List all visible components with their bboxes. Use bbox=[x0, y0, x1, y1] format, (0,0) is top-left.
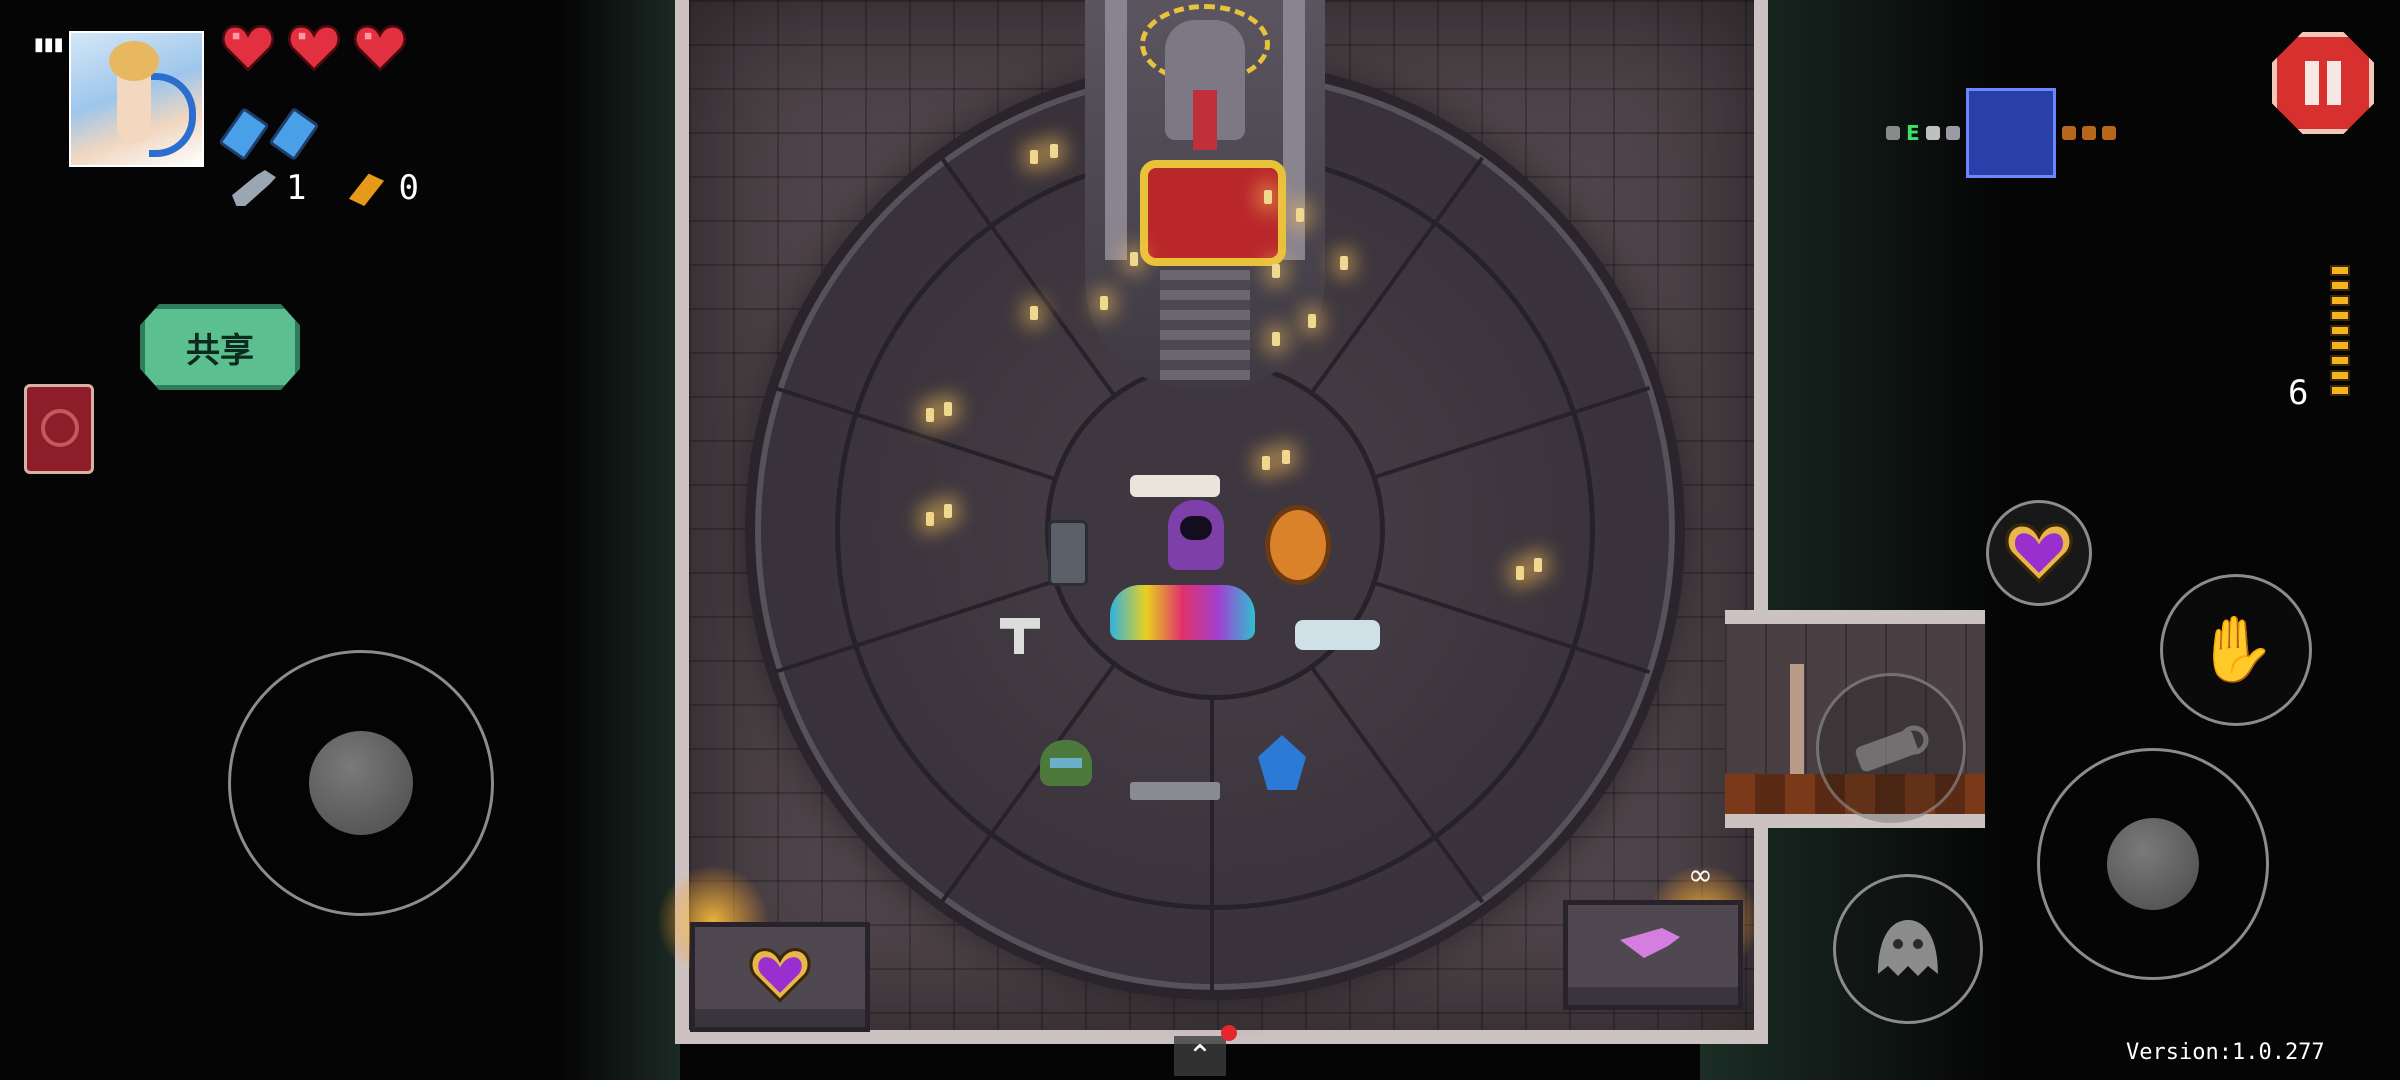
candle bbox=[1340, 256, 1348, 270]
ammo-segment bbox=[2330, 370, 2350, 381]
ghost-icon bbox=[1878, 920, 1938, 976]
pedestal-heart-icon bbox=[749, 948, 811, 1003]
minimap-room bbox=[2061, 126, 2076, 140]
pedestal-weapon[interactable] bbox=[1563, 900, 1743, 1010]
candle bbox=[1516, 566, 1524, 580]
candle bbox=[1264, 190, 1272, 204]
notification-dot bbox=[1221, 1025, 1237, 1041]
minimap[interactable]: E bbox=[1886, 88, 2116, 178]
candle bbox=[1262, 456, 1270, 470]
statue-shrine[interactable] bbox=[1085, 0, 1325, 390]
minimap-room bbox=[2101, 126, 2116, 140]
candle bbox=[1050, 144, 1058, 158]
floor-weapon-blaster[interactable] bbox=[1295, 620, 1380, 650]
candle bbox=[1272, 264, 1280, 278]
candle bbox=[944, 402, 952, 416]
ammo-segment bbox=[2330, 385, 2350, 396]
infinite-ammo-indicator: ∞ bbox=[1688, 858, 1713, 893]
attack-joystick-knob[interactable] bbox=[2107, 818, 2199, 910]
movement-joystick[interactable] bbox=[228, 650, 494, 916]
energy-bar bbox=[218, 106, 320, 162]
statue-robe bbox=[1193, 90, 1217, 150]
avatar-swoosh bbox=[149, 73, 196, 157]
shrine-pillar-left bbox=[1105, 0, 1127, 260]
chevron-up-icon: ⌃ bbox=[1187, 1038, 1213, 1074]
shrine-altar bbox=[1140, 160, 1286, 266]
shrine-stairs bbox=[1160, 270, 1250, 380]
player-character bbox=[1168, 500, 1224, 570]
candle bbox=[1308, 314, 1316, 328]
candle bbox=[1030, 150, 1038, 164]
candle bbox=[1272, 332, 1280, 346]
movement-joystick-knob[interactable] bbox=[309, 731, 413, 835]
floor-item-lantern[interactable] bbox=[1048, 520, 1088, 586]
ammo-segment bbox=[2330, 280, 2350, 291]
resource-counters: 1 0 bbox=[232, 168, 447, 208]
heart-icon bbox=[354, 24, 406, 72]
floor-item-rainbow-pile[interactable] bbox=[1110, 585, 1255, 640]
ammo-segment bbox=[2330, 340, 2350, 351]
ammo-segment bbox=[2330, 310, 2350, 321]
shell-count: 0 bbox=[398, 168, 419, 208]
ammo-segment bbox=[2330, 265, 2350, 276]
candle bbox=[926, 408, 934, 422]
candle bbox=[1100, 296, 1108, 310]
energy-icon bbox=[268, 106, 320, 162]
floor-weapon-gun[interactable] bbox=[1130, 475, 1220, 497]
candle bbox=[926, 512, 934, 526]
attack-joystick[interactable] bbox=[2037, 748, 2269, 980]
ammo-segment bbox=[2330, 355, 2350, 366]
candle bbox=[1282, 450, 1290, 464]
switch-weapon-button[interactable] bbox=[1816, 673, 1966, 823]
floor-item-helmet[interactable] bbox=[1040, 740, 1092, 786]
hand-icon: ✋ bbox=[2196, 613, 2276, 687]
energy-icon bbox=[218, 106, 270, 162]
candle bbox=[1296, 208, 1304, 222]
interact-button[interactable]: ✋ bbox=[2160, 574, 2312, 726]
pause-button[interactable] bbox=[2272, 32, 2374, 134]
minimap-current-room bbox=[1965, 88, 2056, 178]
health-hearts bbox=[222, 24, 406, 72]
game-screen: ∞ ▮▮▮ 1 0 共享 E 6 ✋ ⌃ Version:1.0.277 bbox=[0, 0, 2400, 1080]
avatar-hair bbox=[109, 41, 159, 81]
minimap-room bbox=[1945, 126, 1960, 140]
heart-icon bbox=[288, 24, 340, 72]
heart-skill-button[interactable] bbox=[1986, 500, 2092, 606]
candle bbox=[1030, 306, 1038, 320]
signal-icon: ▮▮▮ bbox=[34, 34, 64, 55]
minimap-room bbox=[1925, 126, 1940, 140]
floor-weapon-rifle[interactable] bbox=[1130, 782, 1220, 800]
heart-icon bbox=[222, 24, 274, 72]
book-icon[interactable] bbox=[24, 384, 94, 474]
ammo-bar bbox=[2330, 265, 2350, 420]
ammo-count: 6 bbox=[2288, 373, 2309, 413]
cannon-icon bbox=[1855, 725, 1929, 772]
ammo-segment bbox=[2330, 295, 2350, 306]
version-label: Version:1.0.277 bbox=[2126, 1040, 2325, 1065]
heart-icon bbox=[2005, 523, 2073, 584]
minimap-room bbox=[1886, 126, 1900, 140]
candle bbox=[944, 504, 952, 518]
key-count: 1 bbox=[286, 168, 307, 208]
candle bbox=[1534, 558, 1542, 572]
candle bbox=[1130, 252, 1138, 266]
shell-icon bbox=[348, 173, 385, 206]
share-button[interactable]: 共享 bbox=[140, 304, 300, 390]
minimap-room bbox=[2081, 126, 2096, 140]
pedestal-heart-item[interactable] bbox=[690, 922, 870, 1032]
floor-item-shield[interactable] bbox=[1265, 505, 1331, 585]
player-avatar[interactable] bbox=[69, 31, 204, 167]
minimap-room-marker: E bbox=[1906, 121, 1920, 145]
skill-button[interactable] bbox=[1833, 874, 1983, 1024]
ammo-segment bbox=[2330, 325, 2350, 336]
key-icon bbox=[232, 170, 276, 206]
expand-menu-button[interactable]: ⌃ bbox=[1174, 1036, 1226, 1076]
